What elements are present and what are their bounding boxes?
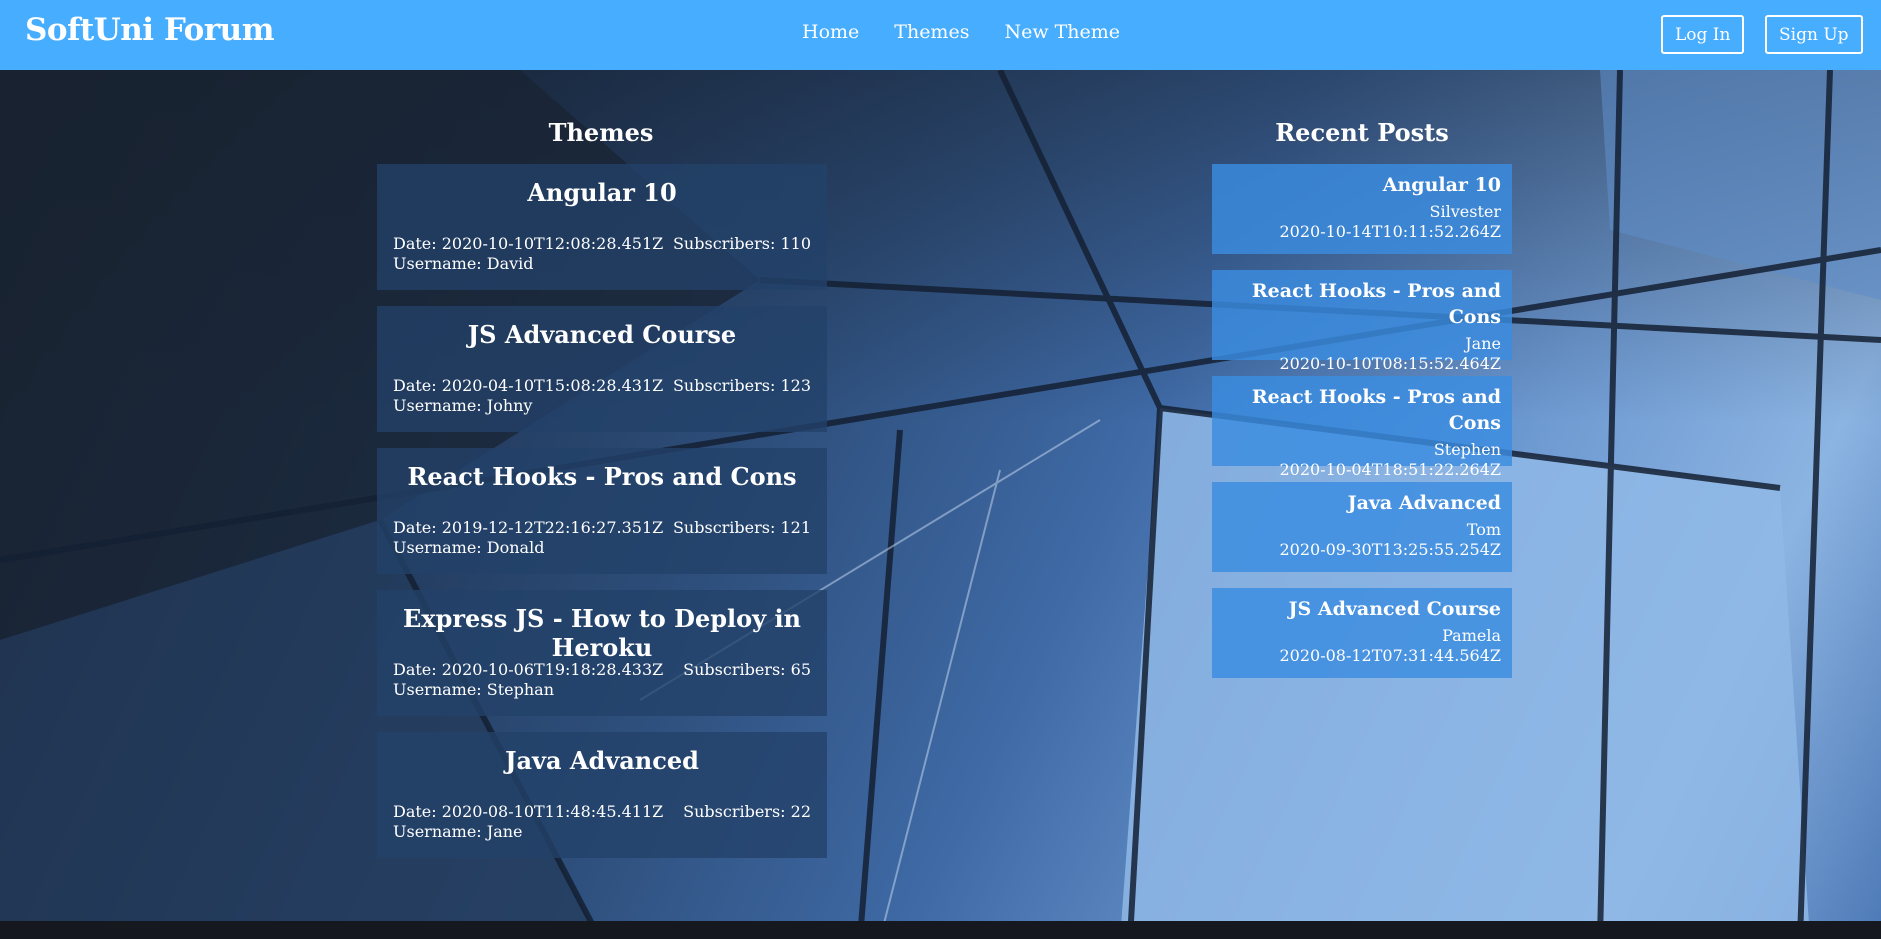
theme-username: Username: David (393, 254, 534, 273)
theme-meta: Date: 2020-10-06T19:18:28.433Z Subscribe… (393, 660, 811, 700)
post-title[interactable]: Java Advanced (1222, 490, 1501, 516)
post-date: 2020-08-12T07:31:44.564Z (1279, 646, 1501, 665)
recent-posts-heading: Recent Posts (1275, 118, 1449, 147)
theme-title[interactable]: React Hooks - Pros and Cons (393, 462, 811, 491)
post-date: 2020-10-14T10:11:52.264Z (1279, 222, 1501, 241)
nav-themes-link[interactable]: Themes (894, 21, 969, 43)
theme-card[interactable]: Angular 10 Date: 2020-10-10T12:08:28.451… (377, 164, 827, 290)
theme-date: Date: 2020-04-10T15:08:28.431Z (393, 376, 664, 395)
login-wrapper: Log In (1661, 15, 1745, 54)
theme-username: Username: Johny (393, 396, 533, 415)
top-navbar: SoftUni Forum Home Themes New Theme Log … (0, 0, 1881, 70)
post-title[interactable]: Angular 10 (1222, 172, 1501, 198)
theme-username: Username: Donald (393, 538, 545, 557)
nav-home-link[interactable]: Home (802, 21, 859, 43)
signup-button[interactable]: Sign Up (1765, 15, 1863, 54)
theme-title[interactable]: Angular 10 (393, 178, 811, 207)
post-username: Jane (1465, 334, 1501, 353)
theme-date: Date: 2019-12-12T22:16:27.351Z (393, 518, 664, 537)
post-username: Tom (1466, 520, 1501, 539)
post-title[interactable]: React Hooks - Pros and Cons (1222, 384, 1501, 436)
theme-meta: Date: 2020-08-10T11:48:45.411Z Subscribe… (393, 802, 811, 842)
theme-card[interactable]: Java Advanced Date: 2020-08-10T11:48:45.… (377, 732, 827, 858)
theme-card[interactable]: Express JS - How to Deploy in Heroku Dat… (377, 590, 827, 716)
post-card[interactable]: Java Advanced Tom 2020-09-30T13:25:55.25… (1212, 482, 1512, 572)
post-username: Stephen (1433, 440, 1501, 459)
themes-heading: Themes (548, 118, 654, 147)
theme-subscribers: Subscribers: 22 (683, 802, 811, 821)
theme-title[interactable]: JS Advanced Course (393, 320, 811, 349)
theme-meta: Date: 2019-12-12T22:16:27.351Z Subscribe… (393, 518, 811, 558)
theme-title[interactable]: Java Advanced (393, 746, 811, 775)
nav-new-theme-link[interactable]: New Theme (1004, 21, 1120, 43)
background-architecture-graphic (0, 68, 1881, 939)
post-title[interactable]: React Hooks - Pros and Cons (1222, 278, 1501, 330)
theme-card[interactable]: JS Advanced Course Date: 2020-04-10T15:0… (377, 306, 827, 432)
theme-subscribers: Subscribers: 65 (683, 660, 811, 679)
post-title[interactable]: JS Advanced Course (1222, 596, 1501, 622)
theme-meta: Date: 2020-10-10T12:08:28.451Z Subscribe… (393, 234, 811, 274)
post-username: Pamela (1442, 626, 1501, 645)
theme-subscribers: Subscribers: 123 (672, 376, 811, 395)
site-logo[interactable]: SoftUni Forum (25, 12, 275, 48)
theme-username: Username: Jane (393, 822, 523, 841)
signup-wrapper: Sign Up (1765, 15, 1863, 54)
post-username: Silvester (1429, 202, 1501, 221)
theme-title[interactable]: Express JS - How to Deploy in Heroku (393, 604, 811, 662)
post-card[interactable]: React Hooks - Pros and Cons Jane 2020-10… (1212, 270, 1512, 373)
theme-meta: Date: 2020-04-10T15:08:28.431Z Subscribe… (393, 376, 811, 416)
theme-username: Username: Stephan (393, 680, 555, 699)
post-card[interactable]: Angular 10 Silvester 2020-10-14T10:11:52… (1212, 164, 1512, 254)
theme-date: Date: 2020-10-10T12:08:28.451Z (393, 234, 664, 253)
footer-strip (0, 921, 1881, 939)
background-image (0, 0, 1881, 939)
theme-date: Date: 2020-08-10T11:48:45.411Z (393, 802, 664, 821)
theme-date: Date: 2020-10-06T19:18:28.433Z (393, 660, 664, 679)
post-card[interactable]: React Hooks - Pros and Cons Stephen 2020… (1212, 376, 1512, 479)
post-card[interactable]: JS Advanced Course Pamela 2020-08-12T07:… (1212, 588, 1512, 678)
theme-card[interactable]: React Hooks - Pros and Cons Date: 2019-1… (377, 448, 827, 574)
post-date: 2020-09-30T13:25:55.254Z (1279, 540, 1501, 559)
main-nav: Home Themes New Theme (802, 21, 1120, 43)
theme-subscribers: Subscribers: 110 (672, 234, 811, 253)
recent-posts-list: Angular 10 Silvester 2020-10-14T10:11:52… (1212, 164, 1512, 694)
login-button[interactable]: Log In (1661, 15, 1745, 54)
post-date: 2020-10-04T18:51:22.264Z (1279, 460, 1501, 479)
post-date: 2020-10-10T08:15:52.464Z (1279, 354, 1501, 373)
themes-list: Angular 10 Date: 2020-10-10T12:08:28.451… (377, 164, 827, 874)
theme-subscribers: Subscribers: 121 (672, 518, 811, 537)
